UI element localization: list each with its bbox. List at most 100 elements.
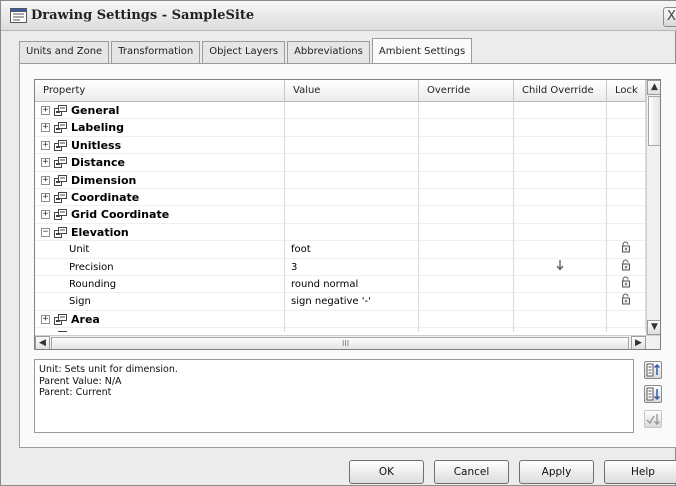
- property-value[interactable]: foot: [285, 241, 419, 259]
- column-header-value[interactable]: Value: [285, 80, 419, 102]
- category-label: Volume: [71, 330, 117, 332]
- vertical-scrollbar[interactable]: ▲ ▼: [646, 80, 660, 335]
- category-cell[interactable]: + Coordinate: [35, 188, 285, 207]
- tab-ambient-settings[interactable]: Ambient Settings: [371, 38, 473, 63]
- child-override-cell: [514, 223, 607, 242]
- column-header-property[interactable]: Property: [35, 80, 285, 102]
- scroll-down-button[interactable]: ▼: [647, 320, 660, 335]
- override-cell[interactable]: [419, 275, 514, 294]
- category-icon: [54, 313, 67, 325]
- tab-object-layers[interactable]: Object Layers: [202, 41, 286, 63]
- grid-header: Property Value Override Child Override L…: [35, 80, 646, 102]
- expand-toggle[interactable]: +: [41, 106, 50, 115]
- column-header-lock[interactable]: Lock: [607, 80, 646, 102]
- tab-units-and-zone[interactable]: Units and Zone: [19, 41, 110, 63]
- collapse-all-button[interactable]: [644, 385, 662, 403]
- override-cell: [419, 102, 514, 120]
- tab-transformation[interactable]: Transformation: [111, 41, 201, 63]
- close-button[interactable]: X: [663, 7, 676, 27]
- lock-cell: [607, 310, 646, 329]
- expand-toggle[interactable]: +: [41, 123, 50, 133]
- category-label: Elevation: [71, 225, 129, 239]
- expand-toggle[interactable]: −: [41, 227, 50, 237]
- horizontal-scrollbar[interactable]: ◀ III ▶: [35, 335, 660, 349]
- expand-all-button[interactable]: [644, 361, 662, 379]
- override-cell: [419, 310, 514, 329]
- scroll-left-button[interactable]: ◀: [35, 336, 50, 349]
- expand-toggle[interactable]: +: [41, 140, 50, 150]
- lock-cell[interactable]: [607, 275, 646, 294]
- property-row[interactable]: Rounding round normal: [35, 275, 646, 294]
- category-row[interactable]: − Elevation: [35, 223, 646, 242]
- category-cell[interactable]: + General: [35, 102, 285, 120]
- lock-cell[interactable]: [607, 241, 646, 259]
- column-header-override[interactable]: Override: [419, 80, 514, 102]
- child-override-cell: [514, 310, 607, 329]
- override-cell[interactable]: [419, 241, 514, 259]
- category-cell[interactable]: + Grid Coordinate: [35, 206, 285, 224]
- category-row[interactable]: + Area: [35, 310, 646, 329]
- override-cell[interactable]: [419, 258, 514, 276]
- lock-cell[interactable]: [607, 293, 646, 311]
- cancel-button[interactable]: Cancel: [434, 460, 509, 484]
- override-cell: [419, 154, 514, 172]
- category-row[interactable]: + Coordinate: [35, 188, 646, 207]
- expand-toggle[interactable]: +: [41, 175, 50, 185]
- property-row[interactable]: Unit foot: [35, 241, 646, 259]
- child-override-cell[interactable]: [514, 258, 607, 276]
- category-cell[interactable]: +Volume: [35, 328, 285, 332]
- title-bar[interactable]: Drawing Settings - SampleSite X: [1, 1, 676, 31]
- value-cell: [285, 310, 419, 329]
- property-label: Precision: [35, 258, 285, 276]
- help-button[interactable]: Help: [604, 460, 676, 484]
- category-row[interactable]: + Dimension: [35, 171, 646, 189]
- apply-button[interactable]: Apply: [519, 460, 594, 484]
- category-cell[interactable]: + Labeling: [35, 119, 285, 137]
- category-row[interactable]: + Grid Coordinate: [35, 206, 646, 224]
- column-header-child-override[interactable]: Child Override: [514, 80, 607, 102]
- value-cell: [285, 136, 419, 155]
- child-override-cell: [514, 171, 607, 189]
- property-row[interactable]: Precision 3: [35, 258, 646, 276]
- category-cell[interactable]: + Distance: [35, 154, 285, 172]
- category-cell[interactable]: + Area: [35, 310, 285, 329]
- category-label: Unitless: [71, 138, 122, 152]
- ok-button[interactable]: OK: [349, 460, 424, 484]
- lock-cell[interactable]: [607, 258, 646, 276]
- category-row[interactable]: + Unitless: [35, 136, 646, 155]
- description-line-parent-value: Parent Value: N/A: [39, 375, 122, 387]
- push-down-button[interactable]: [644, 410, 662, 428]
- category-row[interactable]: +Volume: [35, 328, 646, 332]
- property-row[interactable]: Sign sign negative '-': [35, 293, 646, 311]
- child-override-cell[interactable]: [514, 241, 607, 259]
- expand-toggle[interactable]: +: [41, 192, 50, 202]
- category-label: Coordinate: [71, 190, 140, 204]
- property-value[interactable]: round normal: [285, 275, 419, 294]
- property-value[interactable]: 3: [285, 258, 419, 276]
- category-cell[interactable]: + Dimension: [35, 171, 285, 189]
- child-override-cell[interactable]: [514, 293, 607, 311]
- value-cell: [285, 223, 419, 242]
- drawing-settings-dialog: Drawing Settings - SampleSite X Units an…: [0, 0, 676, 486]
- scroll-up-button[interactable]: ▲: [647, 80, 660, 95]
- child-override-cell: [514, 328, 607, 332]
- description-line-parent: Parent: Current: [39, 387, 112, 398]
- child-override-cell: [514, 136, 607, 155]
- tab-abbreviations[interactable]: Abbreviations: [287, 41, 370, 63]
- child-override-cell: [514, 119, 607, 137]
- property-value[interactable]: sign negative '-': [285, 293, 419, 311]
- vertical-scroll-thumb[interactable]: [648, 96, 660, 146]
- category-row[interactable]: + General: [35, 102, 646, 120]
- child-override-cell[interactable]: [514, 275, 607, 294]
- expand-toggle[interactable]: +: [41, 210, 50, 220]
- expand-toggle[interactable]: +: [41, 314, 50, 324]
- expand-toggle[interactable]: +: [41, 158, 50, 168]
- category-row[interactable]: + Labeling: [35, 119, 646, 137]
- category-cell[interactable]: − Elevation: [35, 223, 285, 242]
- category-icon: [54, 105, 67, 116]
- scroll-right-button[interactable]: ▶: [631, 336, 646, 349]
- category-cell[interactable]: + Unitless: [35, 136, 285, 155]
- category-row[interactable]: + Distance: [35, 154, 646, 172]
- horizontal-scroll-thumb[interactable]: III: [51, 337, 629, 349]
- override-cell[interactable]: [419, 293, 514, 311]
